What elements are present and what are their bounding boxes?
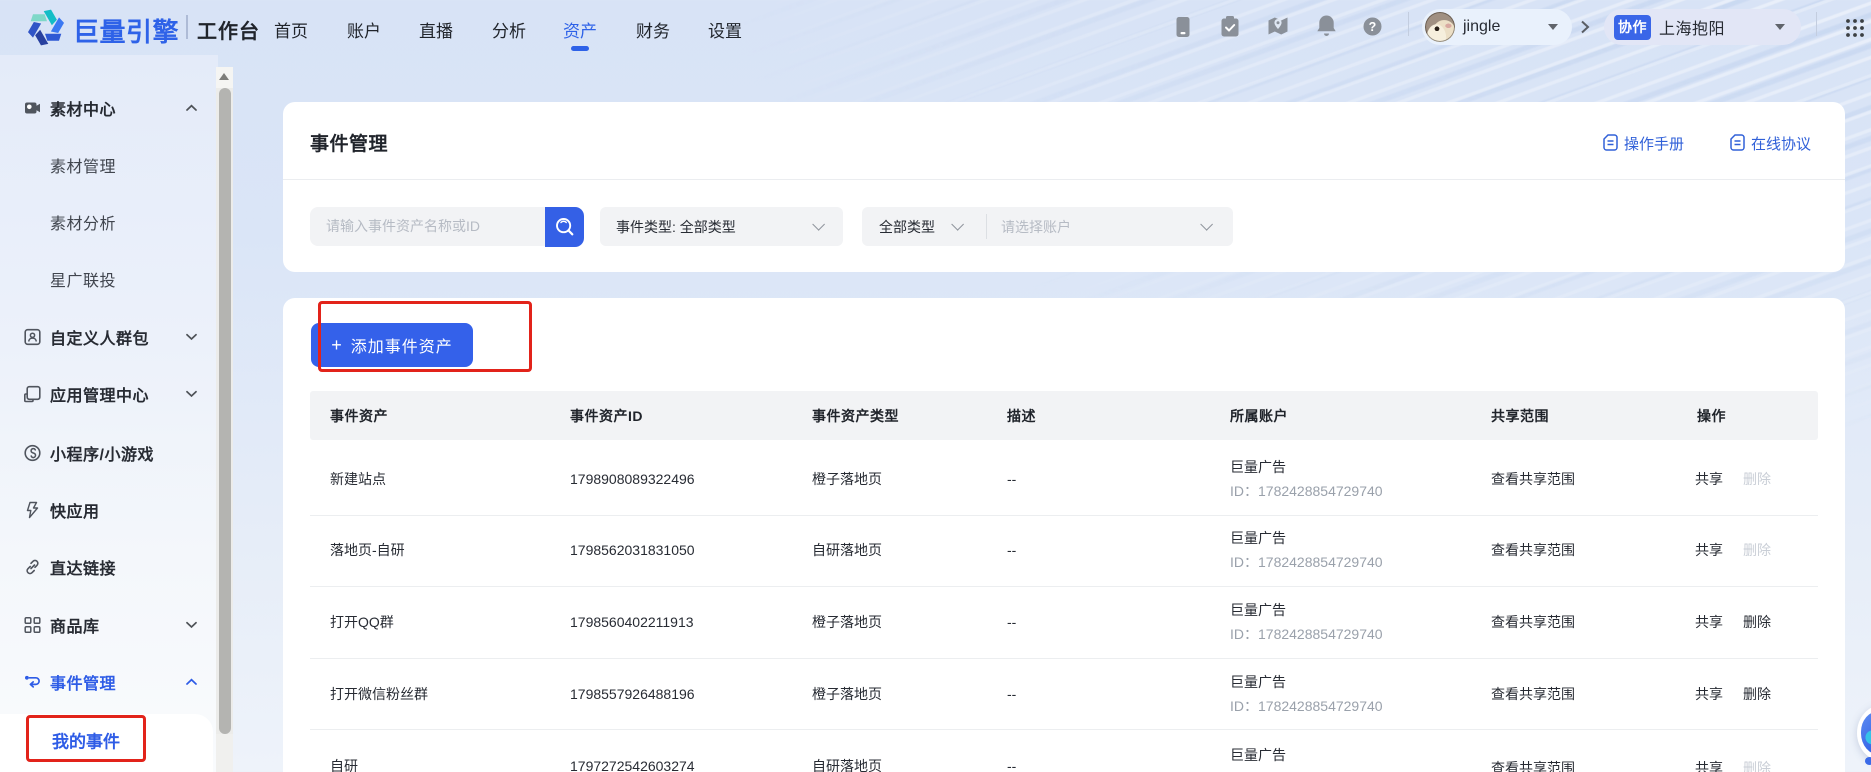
svg-text:?: ? bbox=[1369, 20, 1377, 34]
